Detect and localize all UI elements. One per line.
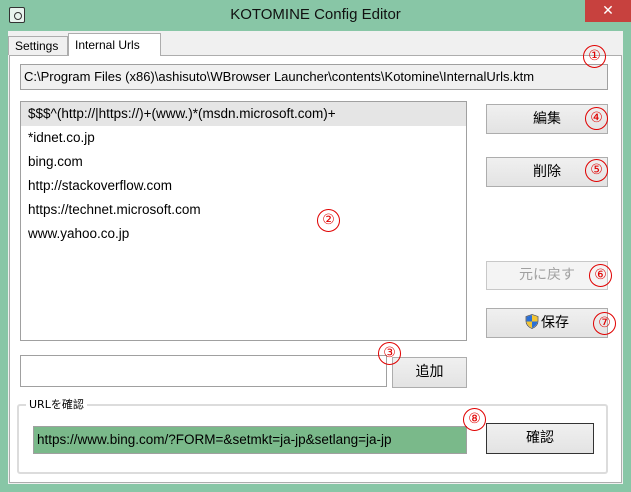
list-item[interactable]: $$$^(http://|https://)+(www.)*(msdn.micr… (21, 102, 466, 126)
url-add-input[interactable] (20, 355, 387, 387)
annotation-marker-7: ⑦ (593, 312, 616, 335)
annotation-marker-8: ⑧ (463, 408, 486, 431)
list-item[interactable]: http://stackoverflow.com (21, 174, 466, 198)
url-check-field[interactable]: https://www.bing.com/?FORM=&setmkt=ja-jp… (33, 426, 467, 454)
url-check-group-label: URLを確認 (26, 396, 87, 412)
annotation-marker-4: ④ (585, 107, 608, 130)
list-item[interactable]: bing.com (21, 150, 466, 174)
title-bar[interactable]: KOTOMINE Config Editor ✕ (0, 0, 631, 30)
tab-settings[interactable]: Settings (8, 36, 68, 55)
list-item[interactable]: https://technet.microsoft.com (21, 198, 466, 222)
url-list[interactable]: $$$^(http://|https://)+(www.)*(msdn.micr… (20, 101, 467, 341)
tab-internal-urls[interactable]: Internal Urls (68, 33, 161, 56)
save-button-label: 保存 (541, 315, 569, 331)
confirm-button[interactable]: 確認 (486, 423, 594, 454)
list-item[interactable]: *idnet.co.jp (21, 126, 466, 150)
save-button[interactable]: 保存 (486, 308, 608, 338)
annotation-marker-3: ③ (378, 342, 401, 365)
annotation-marker-2: ② (317, 209, 340, 232)
annotation-marker-1: ① (583, 45, 606, 68)
annotation-marker-5: ⑤ (585, 159, 608, 182)
file-path-field[interactable]: C:\Program Files (x86)\ashisuto\WBrowser… (20, 64, 608, 90)
add-button[interactable]: 追加 (392, 357, 467, 388)
list-item[interactable]: www.yahoo.co.jp (21, 222, 466, 246)
annotation-marker-6: ⑥ (589, 264, 612, 287)
uac-shield-icon (525, 314, 539, 329)
window-title: KOTOMINE Config Editor (230, 6, 401, 23)
close-button[interactable]: ✕ (585, 0, 631, 22)
